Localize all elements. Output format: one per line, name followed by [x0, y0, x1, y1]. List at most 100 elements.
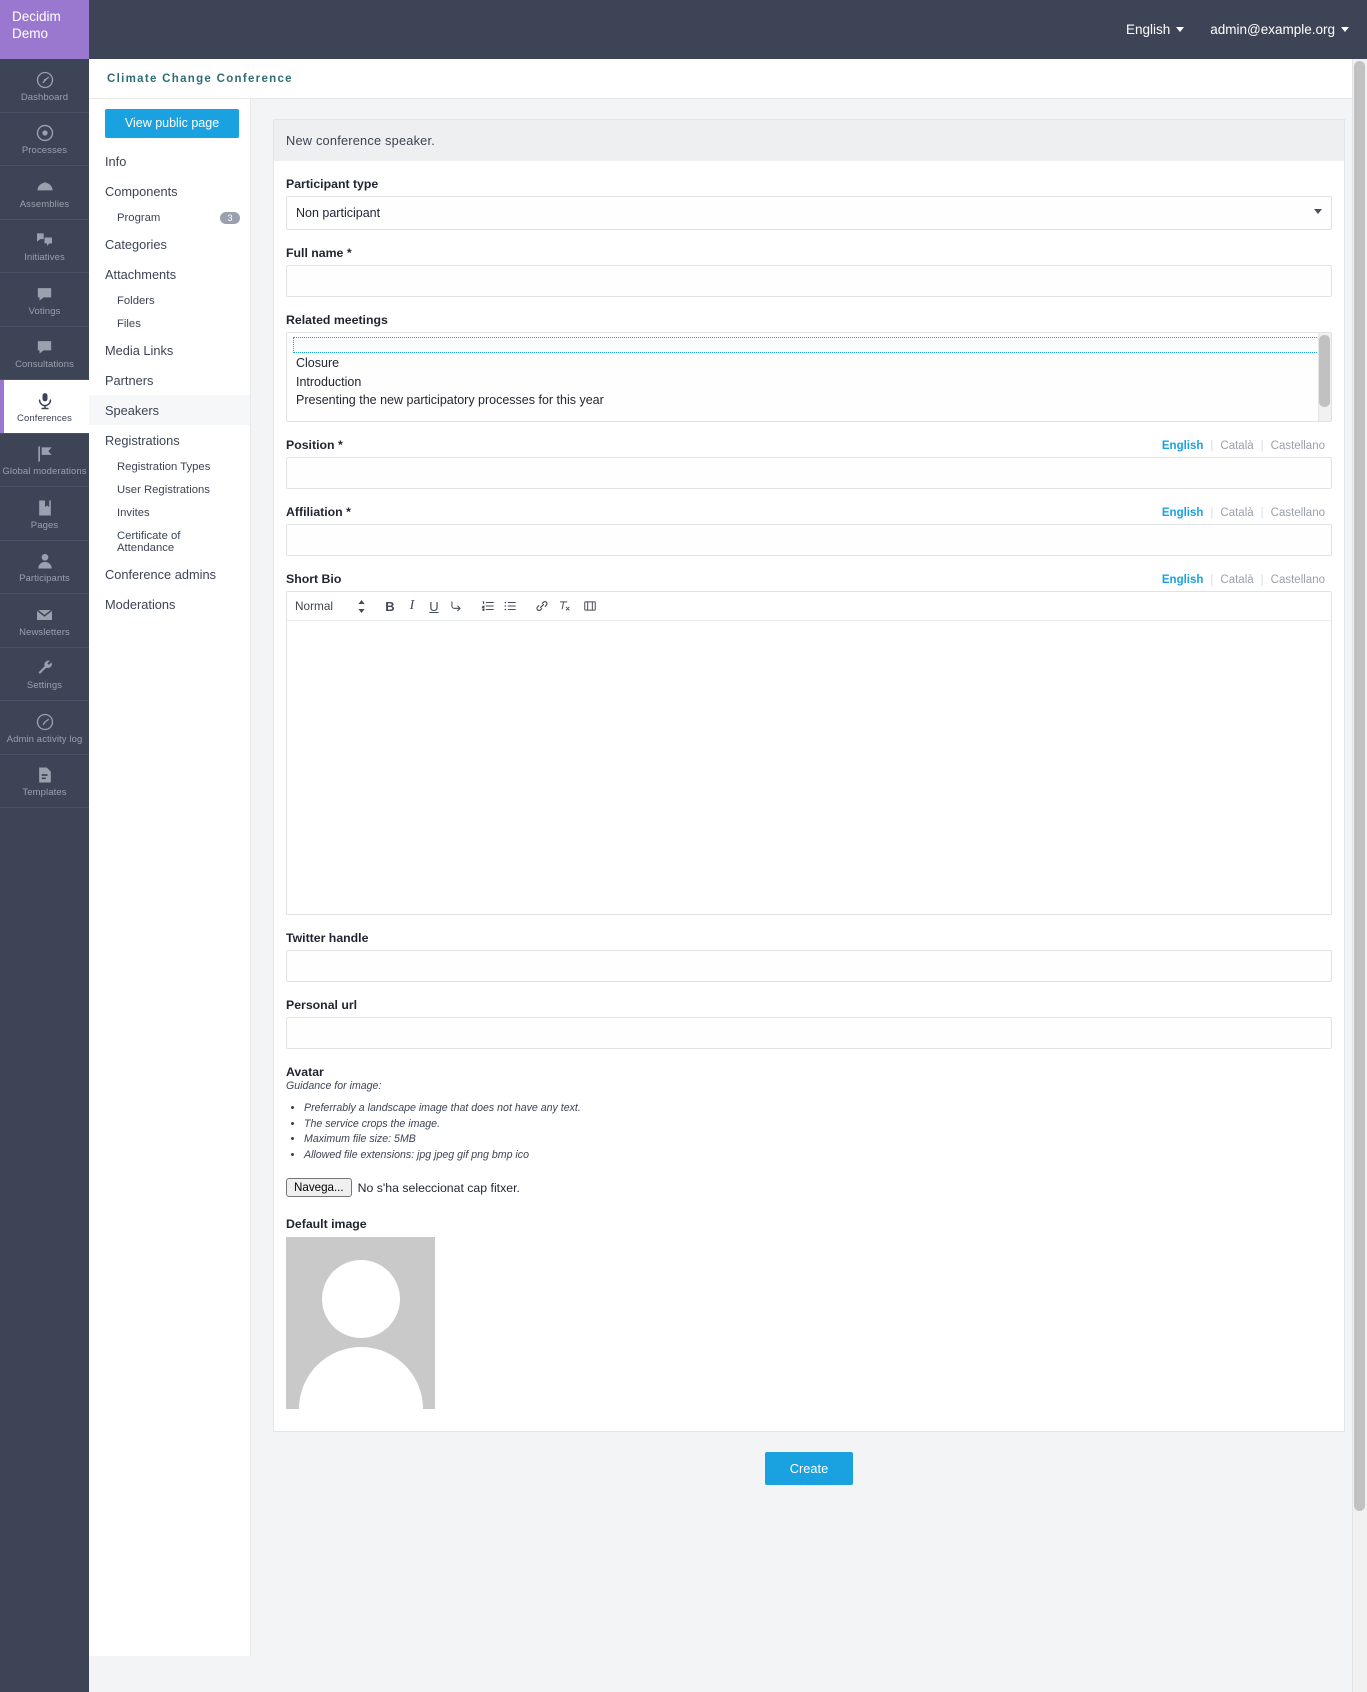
- chevron-down-icon: [1176, 27, 1185, 32]
- lang-tab-castellano[interactable]: Castellano: [1264, 440, 1332, 452]
- short-bio-label: Short Bio: [286, 572, 342, 586]
- breadcrumb-title[interactable]: Climate Change Conference: [107, 73, 293, 85]
- editor-block-format[interactable]: Normal: [295, 594, 353, 618]
- votings-icon: [34, 284, 55, 304]
- sidebar-item-participants[interactable]: Participants: [0, 541, 89, 594]
- sidebar-label: Participants: [19, 573, 70, 585]
- secnav-item-categories[interactable]: Categories: [89, 229, 250, 259]
- field-related-meetings: Related meetings Closure Introduction Pr…: [286, 313, 1332, 422]
- lang-tab-english[interactable]: English: [1155, 507, 1211, 519]
- form-actions: Create: [273, 1432, 1345, 1513]
- secnav-item-folders[interactable]: Folders: [89, 289, 250, 312]
- avatar-guidance-title: Guidance for image:: [286, 1080, 382, 1092]
- templates-icon: [35, 765, 55, 785]
- link-icon[interactable]: [531, 594, 553, 618]
- twitter-handle-input[interactable]: [286, 950, 1332, 982]
- lang-tab-english[interactable]: English: [1155, 440, 1211, 452]
- bullet-list-icon[interactable]: [499, 594, 521, 618]
- lang-tab-castellano[interactable]: Castellano: [1264, 574, 1332, 586]
- participant-type-select[interactable]: Non participant: [286, 196, 1332, 230]
- short-bio-language-tabs: English | Català | Castellano: [1155, 574, 1332, 586]
- lang-tab-catala[interactable]: Català: [1213, 507, 1260, 519]
- full-name-input[interactable]: [286, 265, 1332, 297]
- sidebar-item-settings[interactable]: Settings: [0, 648, 89, 701]
- field-position: Position * English | Català | Castellano: [286, 438, 1332, 489]
- related-meetings-listbox[interactable]: Closure Introduction Presenting the new …: [286, 332, 1332, 422]
- secnav-item-files[interactable]: Files: [89, 312, 250, 335]
- lang-tab-english[interactable]: English: [1155, 574, 1211, 586]
- italic-icon[interactable]: I: [401, 594, 423, 618]
- sidebar-item-votings[interactable]: Votings: [0, 273, 89, 327]
- secnav-item-invites[interactable]: Invites: [89, 501, 250, 524]
- sidebar-item-processes[interactable]: Processes: [0, 113, 89, 166]
- avatar-head-shape: [322, 1260, 400, 1338]
- default-avatar-image: [286, 1237, 435, 1409]
- personal-url-input[interactable]: [286, 1017, 1332, 1049]
- secnav-item-info[interactable]: Info: [89, 146, 250, 176]
- lang-tab-catala[interactable]: Català: [1213, 440, 1260, 452]
- secnav-item-registrations[interactable]: Registrations: [89, 425, 250, 455]
- view-public-page-button[interactable]: View public page: [105, 109, 239, 138]
- secnav-item-certificate-of-attendance[interactable]: Certificate of Attendance: [89, 524, 250, 559]
- position-language-tabs: English | Català | Castellano: [1155, 440, 1332, 452]
- sidebar-label: Global moderations: [2, 466, 87, 478]
- sidebar-item-initiatives[interactable]: Initiatives: [0, 220, 89, 273]
- short-bio-textarea[interactable]: [287, 621, 1331, 914]
- sidebar-item-admin-activity-log[interactable]: Admin activity log: [0, 701, 89, 755]
- lang-tab-castellano[interactable]: Castellano: [1264, 507, 1332, 519]
- sidebar-item-templates[interactable]: Templates: [0, 755, 89, 808]
- related-meetings-scrollbar[interactable]: [1318, 333, 1331, 421]
- position-input[interactable]: [286, 457, 1332, 489]
- affiliation-language-tabs: English | Català | Castellano: [1155, 507, 1332, 519]
- secnav-label: Certificate of Attendance: [117, 529, 181, 554]
- lang-tab-catala[interactable]: Català: [1213, 574, 1260, 586]
- clear-format-icon[interactable]: [553, 594, 575, 618]
- create-button[interactable]: Create: [764, 1452, 854, 1485]
- ordered-list-icon[interactable]: [477, 594, 499, 618]
- related-meetings-option-blank[interactable]: [293, 337, 1325, 353]
- secnav-item-components[interactable]: Components: [89, 176, 250, 206]
- language-selector[interactable]: English: [1126, 22, 1185, 37]
- secnav-label: Registration Types: [117, 460, 211, 473]
- secnav-item-speakers[interactable]: Speakers: [89, 395, 250, 425]
- secnav-item-partners[interactable]: Partners: [89, 365, 250, 395]
- sidebar-item-dashboard[interactable]: Dashboard: [0, 59, 89, 113]
- short-bio-editor: Normal B I U: [286, 591, 1332, 915]
- related-meetings-option[interactable]: Closure: [287, 354, 1331, 373]
- sidebar-item-assemblies[interactable]: Assemblies: [0, 166, 89, 220]
- secnav-item-conference-admins[interactable]: Conference admins: [89, 559, 250, 589]
- sidebar-item-consultations[interactable]: Consultations: [0, 327, 89, 380]
- secnav-item-program[interactable]: Program 3: [89, 206, 250, 229]
- secnav-item-registration-types[interactable]: Registration Types: [89, 455, 250, 478]
- account-menu[interactable]: admin@example.org: [1210, 22, 1349, 37]
- underline-icon[interactable]: U: [423, 594, 445, 618]
- sidebar-item-conferences[interactable]: Conferences: [0, 380, 89, 434]
- secnav-label: Folders: [117, 294, 155, 307]
- wrench-icon: [35, 658, 55, 678]
- secnav-item-attachments[interactable]: Attachments: [89, 259, 250, 289]
- admin-application: Decidim Demo Dashboard Processes Assembl…: [0, 0, 1367, 1692]
- page-scrollbar-thumb[interactable]: [1354, 61, 1365, 1511]
- related-meetings-option[interactable]: Introduction: [287, 373, 1331, 392]
- secnav-item-media-links[interactable]: Media Links: [89, 335, 250, 365]
- brand-logo[interactable]: Decidim Demo: [0, 0, 89, 59]
- avatar-browse-button[interactable]: Navega...: [286, 1178, 352, 1197]
- affiliation-input[interactable]: [286, 524, 1332, 556]
- video-icon[interactable]: [579, 594, 601, 618]
- bold-icon[interactable]: B: [379, 594, 401, 618]
- position-label-text: Position: [286, 438, 335, 452]
- sidebar-item-pages[interactable]: Pages: [0, 487, 89, 541]
- page-scrollbar[interactable]: [1352, 59, 1367, 1692]
- content-area: View public page Info Components Program…: [89, 99, 1367, 1656]
- erase-icon[interactable]: [445, 594, 467, 618]
- sidebar-item-newsletters[interactable]: Newsletters: [0, 594, 89, 648]
- editor-block-format-stepper[interactable]: [353, 594, 369, 618]
- secnav-item-moderations[interactable]: Moderations: [89, 589, 250, 619]
- secnav-label: Files: [117, 317, 141, 330]
- related-meetings-option[interactable]: Presenting the new participatory process…: [287, 391, 1331, 410]
- secnav-item-user-registrations[interactable]: User Registrations: [89, 478, 250, 501]
- scrollbar-thumb[interactable]: [1319, 335, 1330, 407]
- sidebar-label: Processes: [21, 145, 68, 157]
- target-icon: [35, 123, 55, 143]
- sidebar-item-global-moderations[interactable]: Global moderations: [0, 434, 89, 487]
